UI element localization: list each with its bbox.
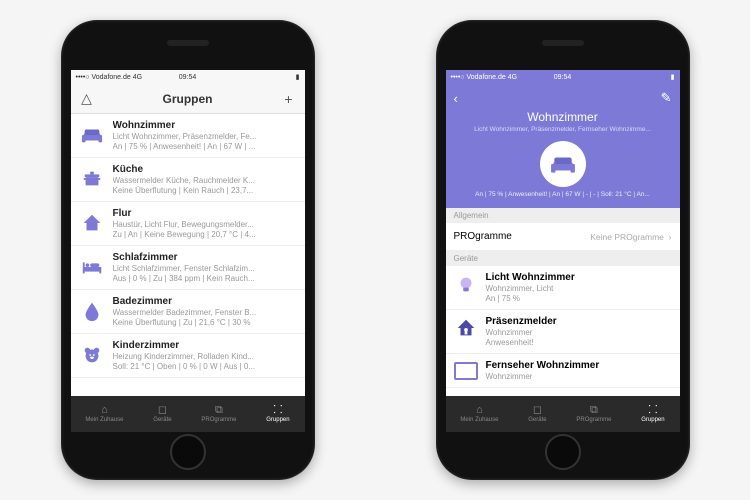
group-title: Schlafzimmer xyxy=(113,252,297,263)
group-row-flur[interactable]: Flur Haustür, Licht Flur, Bewegungsmelde… xyxy=(71,202,305,246)
tab-label: Geräte xyxy=(153,417,171,423)
device-status: Anwesenheit! xyxy=(486,338,557,347)
group-hero: ‹ ✎ Wohnzimmer Licht Wohnzimmer, Präsenz… xyxy=(446,84,680,208)
clock: 09:54 xyxy=(71,74,305,81)
device-title: Licht Wohnzimmer xyxy=(486,272,575,283)
group-title: Kinderzimmer xyxy=(113,340,297,351)
tab-label: Geräte xyxy=(528,417,546,423)
tab-geraete[interactable]: ◻Geräte xyxy=(528,405,546,423)
group-status-strip: An | 75 % | Anwesenheit! | An | 67 W | -… xyxy=(454,191,672,198)
programs-value: Keine PROgramme xyxy=(590,232,664,242)
group-status: Soll: 21 °C | Oben | 0 % | 0 W | Aus | 0… xyxy=(113,362,297,371)
tab-label: Mein Zuhause xyxy=(460,417,498,423)
tab-programme[interactable]: ⧉PROgramme xyxy=(576,405,611,423)
programs-label: PROgramme xyxy=(454,231,512,242)
group-title: Flur xyxy=(113,208,297,219)
tab-mein-zuhause[interactable]: ⌂Mein Zuhause xyxy=(85,405,123,423)
group-row-wohnzimmer[interactable]: Wohnzimmer Licht Wohnzimmer, Präsenzmeld… xyxy=(71,114,305,158)
device-status: An | 75 % xyxy=(486,294,575,303)
group-hero-icon xyxy=(540,141,586,187)
group-subtitle: Wassermelder Badezimmer, Fenster B... xyxy=(113,308,297,317)
statusbar: ••••○ Vodafone.de 4G 09:54 ▮ xyxy=(71,70,305,84)
groups-icon: ⸬ xyxy=(273,405,282,416)
phone-frame-left: ••••○ Vodafone.de 4G 09:54 ▮ △ Gruppen +… xyxy=(61,20,315,480)
tab-gruppen[interactable]: ⸬Gruppen xyxy=(641,405,664,423)
group-subtitle: Licht Schlafzimmer, Fenster Schlafzim... xyxy=(113,264,297,273)
edit-icon[interactable]: ✎ xyxy=(661,90,672,106)
pot-icon xyxy=(79,166,105,192)
phone-frame-right: ••••○ Vodafone.de 4G 09:54 ▮ ‹ ✎ Wohnzim… xyxy=(436,20,690,480)
nav-left-icon[interactable]: △ xyxy=(79,90,95,107)
tv-icon xyxy=(454,362,478,380)
groups-list: Wohnzimmer Licht Wohnzimmer, Präsenzmeld… xyxy=(71,114,305,396)
presence-icon xyxy=(454,316,478,340)
device-subtitle: Wohnzimmer, Licht xyxy=(486,284,575,293)
back-icon[interactable]: ‹ xyxy=(454,91,458,106)
device-title: Fernseher Wohnzimmer xyxy=(486,360,600,371)
device-row-praesenz[interactable]: Präsenzmelder Wohnzimmer Anwesenheit! xyxy=(446,310,680,354)
home-icon: ⌂ xyxy=(476,405,483,416)
group-row-kinderzimmer[interactable]: Kinderzimmer Heizung Kinderzimmer, Rolla… xyxy=(71,334,305,378)
device-subtitle: Wohnzimmer xyxy=(486,328,557,337)
group-subtitle: Haustür, Licht Flur, Bewegungsmelder... xyxy=(113,220,297,229)
screen-left: ••••○ Vodafone.de 4G 09:54 ▮ △ Gruppen +… xyxy=(71,70,305,432)
device-row-fernseher[interactable]: Fernseher Wohnzimmer Wohnzimmer xyxy=(446,354,680,388)
tab-label: Gruppen xyxy=(641,417,664,423)
tab-geraete[interactable]: ◻Geräte xyxy=(153,405,171,423)
tab-label: PROgramme xyxy=(201,417,236,423)
home-icon: ⌂ xyxy=(101,405,108,416)
bulb-icon xyxy=(454,272,478,296)
page-title: Gruppen xyxy=(95,92,281,106)
group-title: Badezimmer xyxy=(113,296,297,307)
devices-icon: ◻ xyxy=(533,405,542,416)
chevron-right-icon: › xyxy=(669,232,672,242)
group-title: Küche xyxy=(113,164,297,175)
tab-mein-zuhause[interactable]: ⌂Mein Zuhause xyxy=(460,405,498,423)
programs-cell[interactable]: PROgramme Keine PROgramme › xyxy=(446,223,680,251)
tab-programme[interactable]: ⧉PROgramme xyxy=(201,405,236,423)
tab-label: Gruppen xyxy=(266,417,289,423)
group-title: Wohnzimmer xyxy=(454,110,672,124)
section-geraete: Geräte xyxy=(446,251,680,266)
statusbar: ••••○ Vodafone.de 4G 09:54 ▮ xyxy=(446,70,680,84)
screen-right: ••••○ Vodafone.de 4G 09:54 ▮ ‹ ✎ Wohnzim… xyxy=(446,70,680,432)
group-title: Wohnzimmer xyxy=(113,120,297,131)
devices-icon: ◻ xyxy=(158,405,167,416)
group-status: Keine Überflutung | Kein Rauch | 23,7... xyxy=(113,186,297,195)
tabbar: ⌂Mein Zuhause ◻Geräte ⧉PROgramme ⸬Gruppe… xyxy=(446,396,680,432)
group-row-schlafzimmer[interactable]: Schlafzimmer Licht Schlafzimmer, Fenster… xyxy=(71,246,305,290)
add-icon[interactable]: + xyxy=(281,91,297,107)
device-subtitle: Wohnzimmer xyxy=(486,372,600,381)
group-status: Keine Überflutung | Zu | 21,6 °C | 30 % xyxy=(113,318,297,327)
group-row-kueche[interactable]: Küche Wassermelder Küche, Rauchmelder K.… xyxy=(71,158,305,202)
drop-icon xyxy=(79,298,105,324)
device-title: Präsenzmelder xyxy=(486,316,557,327)
group-subtitle: Licht Wohnzimmer, Präsenzmelder, Fernseh… xyxy=(454,126,672,133)
tab-label: Mein Zuhause xyxy=(85,417,123,423)
tab-gruppen[interactable]: ⸬Gruppen xyxy=(266,405,289,423)
group-row-badezimmer[interactable]: Badezimmer Wassermelder Badezimmer, Fens… xyxy=(71,290,305,334)
bear-icon xyxy=(79,342,105,368)
sofa-icon xyxy=(79,122,105,148)
tabbar: ⌂Mein Zuhause ◻Geräte ⧉PROgramme ⸬Gruppe… xyxy=(71,396,305,432)
group-subtitle: Heizung Kinderzimmer, Rolladen Kind... xyxy=(113,352,297,361)
clock: 09:54 xyxy=(446,74,680,81)
group-subtitle: Wassermelder Küche, Rauchmelder K... xyxy=(113,176,297,185)
group-status: An | 75 % | Anwesenheit! | An | 67 W | .… xyxy=(113,142,297,151)
group-subtitle: Licht Wohnzimmer, Präsenzmelder, Fe... xyxy=(113,132,297,141)
programs-icon: ⧉ xyxy=(590,405,598,416)
group-status: Zu | An | Keine Bewegung | 20,7 °C | 4..… xyxy=(113,230,297,239)
tab-label: PROgramme xyxy=(576,417,611,423)
programs-icon: ⧉ xyxy=(215,405,223,416)
group-status: Aus | 0 % | Zu | 384 ppm | Kein Rauch... xyxy=(113,274,297,283)
groups-icon: ⸬ xyxy=(648,405,657,416)
navbar: △ Gruppen + xyxy=(71,84,305,114)
section-allgemein: Allgemein xyxy=(446,208,680,223)
house-icon xyxy=(79,210,105,236)
device-row-licht[interactable]: Licht Wohnzimmer Wohnzimmer, Licht An | … xyxy=(446,266,680,310)
bed-icon xyxy=(79,254,105,280)
